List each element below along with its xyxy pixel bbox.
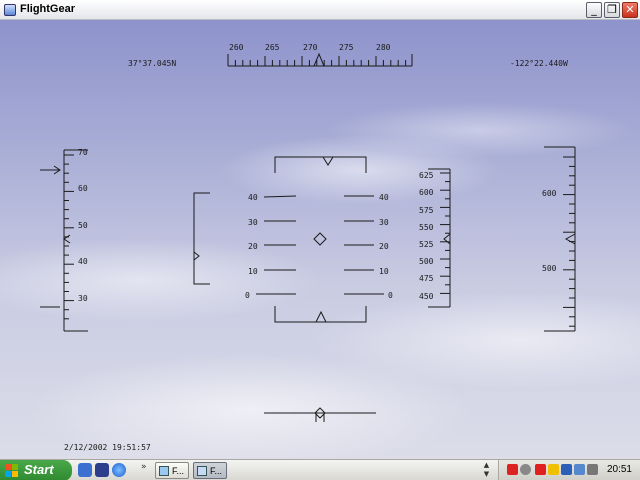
pitch-right-label: 10 — [379, 267, 389, 276]
top-caret-icon — [322, 156, 334, 166]
quicklaunch-overflow-button[interactable]: » — [141, 462, 147, 472]
scroll-down-icon[interactable]: ▼ — [482, 470, 491, 479]
pitch-right-label: 20 — [379, 242, 389, 251]
window-title: FlightGear — [20, 3, 76, 15]
right-tape: 600 500 — [542, 146, 576, 332]
antivirus-icon[interactable] — [507, 464, 518, 475]
altitude-pointer-icon — [443, 233, 451, 245]
pitch-right-label: 0 — [388, 291, 393, 300]
flight-path-marker-icon — [313, 232, 327, 246]
quicklaunch-app-icon[interactable] — [95, 463, 109, 477]
star-icon[interactable] — [535, 464, 546, 475]
maximize-button[interactable]: ❐ — [604, 2, 620, 18]
tray-app-icon[interactable] — [561, 464, 572, 475]
altitude-label: 550 — [419, 223, 434, 232]
network-icon[interactable] — [587, 464, 598, 475]
heading-tick-label: 280 — [376, 43, 391, 52]
right-tape-label: 500 — [542, 264, 557, 273]
internet-explorer-icon[interactable] — [112, 463, 126, 477]
start-label: Start — [24, 462, 54, 477]
altitude-label: 500 — [419, 257, 434, 266]
slip-indicator — [264, 407, 376, 422]
altitude-label: 475 — [419, 274, 434, 283]
heading-tape: 260 265 270 275 280 — [227, 43, 413, 67]
pitch-left-label: 10 — [248, 267, 258, 276]
flightgear-app-icon — [4, 4, 16, 16]
longitude-readout: -122°22.440W — [510, 59, 568, 68]
left-tape: 70 60 50 40 30 — [40, 148, 88, 332]
datetime-readout: 2/12/2002 19:51:57 — [64, 443, 151, 452]
taskbar: Start » F... F... ▲ ▼ 20:51 — [0, 459, 640, 480]
minimize-button[interactable]: _ — [586, 2, 602, 18]
center-frame — [274, 156, 367, 323]
pitch-left-label: 30 — [248, 218, 258, 227]
pitch-left-label: 40 — [248, 193, 258, 202]
taskbar-clock[interactable]: 20:51 — [607, 464, 632, 475]
console-window-icon — [159, 466, 169, 476]
left-tape-label: 40 — [78, 257, 88, 266]
bottom-caret-icon — [315, 310, 327, 323]
heading-tick-label: 260 — [229, 43, 244, 52]
altitude-label: 625 — [419, 171, 434, 180]
pitch-left-label: 20 — [248, 242, 258, 251]
altitude-label: 575 — [419, 206, 434, 215]
title-bar: FlightGear _ ❐ ✕ — [0, 0, 640, 20]
desktop-icon[interactable] — [78, 463, 92, 477]
pitch-ladder: 40 30 20 10 0 40 30 20 10 0 — [245, 193, 393, 300]
altitude-tape: 625 600 575 550 525 500 475 450 — [419, 168, 451, 308]
pitch-left-label: 0 — [245, 291, 250, 300]
altitude-label: 600 — [419, 188, 434, 197]
close-button[interactable]: ✕ — [622, 2, 638, 18]
left-tape-label: 50 — [78, 221, 88, 230]
hud-overlay: 37°37.045N -122°22.440W 2/12/2002 19:51:… — [40, 43, 576, 452]
start-button[interactable]: Start — [0, 460, 72, 480]
scroll-up-icon[interactable]: ▲ — [482, 461, 491, 470]
pitch-right-label: 40 — [379, 193, 389, 202]
left-tape-pointer-icon — [63, 234, 71, 244]
windows-flag-icon — [5, 464, 18, 477]
left-bracket — [193, 192, 210, 285]
flightgear-window-icon — [197, 466, 207, 476]
taskbar-button-flightgear[interactable]: F... — [193, 462, 227, 479]
tray-app-icon[interactable] — [574, 464, 585, 475]
heading-tick-label: 275 — [339, 43, 354, 52]
left-tape-label: 70 — [78, 148, 88, 157]
heading-tick-label: 270 — [303, 43, 318, 52]
heading-pointer-icon — [313, 52, 325, 67]
taskbar-button-flightgear-console[interactable]: F... — [155, 462, 189, 479]
latitude-readout: 37°37.045N — [128, 59, 176, 68]
flight-viewport[interactable]: 37°37.045N -122°22.440W 2/12/2002 19:51:… — [0, 20, 640, 459]
right-tape-pointer-icon — [564, 233, 576, 245]
tray-app-icon[interactable] — [548, 464, 559, 475]
tray-app-icon[interactable] — [520, 464, 531, 475]
pitch-right-label: 30 — [379, 218, 389, 227]
altitude-label: 450 — [419, 292, 434, 301]
heading-tick-label: 265 — [265, 43, 280, 52]
right-tape-label: 600 — [542, 189, 557, 198]
system-tray: 20:51 — [498, 460, 640, 480]
left-tape-label: 60 — [78, 184, 88, 193]
altitude-label: 525 — [419, 240, 434, 249]
left-tape-label: 30 — [78, 294, 88, 303]
taskbar-scroll[interactable]: ▲ ▼ — [482, 461, 491, 480]
